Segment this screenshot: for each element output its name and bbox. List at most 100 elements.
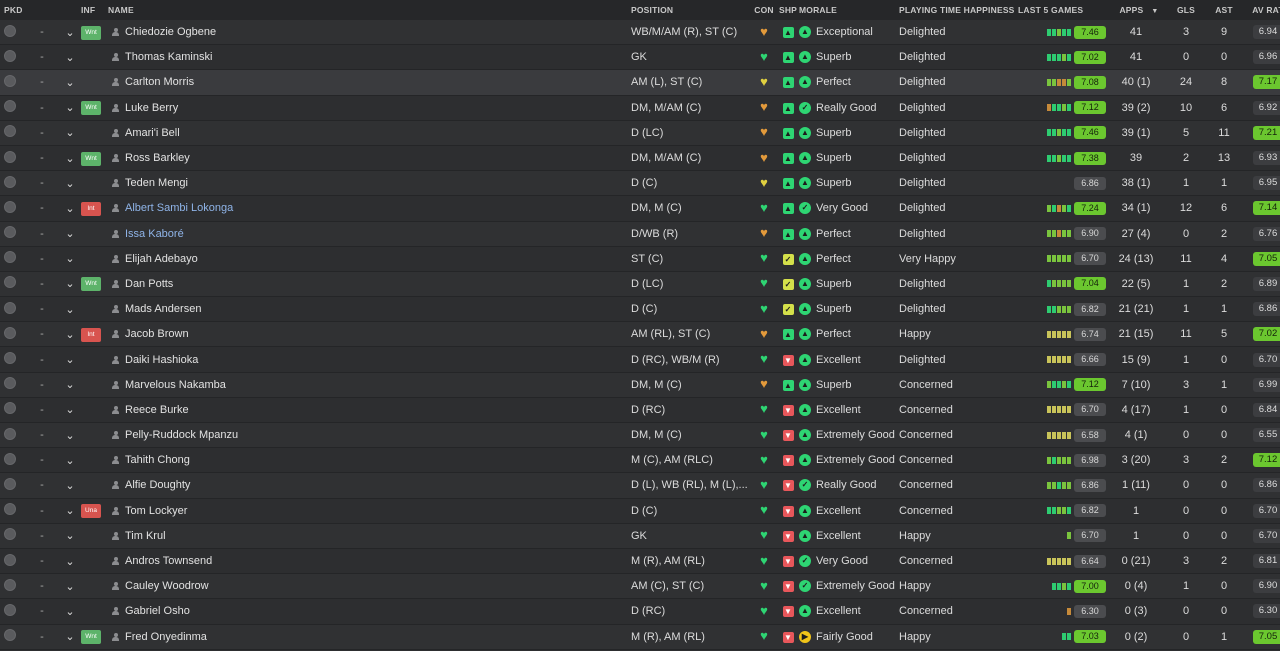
pkd-cell[interactable] — [0, 24, 24, 40]
pkd-cell[interactable] — [0, 150, 24, 166]
player-name[interactable]: Andros Townsend — [125, 555, 212, 567]
pick-toggle-icon[interactable] — [4, 452, 16, 465]
pick-toggle-icon[interactable] — [4, 276, 16, 289]
row-chevron-down-icon[interactable]: ⌄ — [60, 378, 80, 391]
pkd-cell[interactable] — [0, 377, 24, 392]
header-inf[interactable]: INF — [80, 5, 108, 15]
pick-toggle-icon[interactable] — [4, 100, 16, 113]
row-chevron-down-icon[interactable]: ⌄ — [60, 202, 80, 215]
header-name[interactable]: NAME — [108, 5, 631, 15]
selection-dash[interactable]: - — [24, 580, 60, 592]
selection-dash[interactable]: - — [24, 404, 60, 416]
row-chevron-down-icon[interactable]: ⌄ — [60, 479, 80, 492]
player-name[interactable]: Mads Andersen — [125, 303, 201, 315]
player-name[interactable]: Amari'i Bell — [125, 127, 180, 139]
pkd-cell[interactable] — [0, 528, 24, 543]
pick-toggle-icon[interactable] — [4, 377, 16, 390]
selection-dash[interactable]: - — [24, 631, 60, 643]
pkd-cell[interactable] — [0, 326, 24, 342]
pkd-cell[interactable] — [0, 49, 24, 65]
table-row[interactable]: - ⌄ Wnt Dan Potts D (LC) ♥ ✓ ▲ Superb Delighted 7.… — [0, 271, 1280, 298]
player-name[interactable]: Elijah Adebayo — [125, 253, 198, 265]
pick-toggle-icon[interactable] — [4, 503, 16, 516]
name-cell[interactable]: Gabriel Osho — [108, 605, 631, 617]
header-ast[interactable]: AST — [1206, 5, 1242, 15]
player-name[interactable]: Issa Kaboré — [125, 228, 184, 240]
selection-dash[interactable]: - — [24, 26, 60, 38]
selection-dash[interactable]: - — [24, 354, 60, 366]
selection-dash[interactable]: - — [24, 555, 60, 567]
player-name[interactable]: Ross Barkley — [125, 152, 190, 164]
name-cell[interactable]: Cauley Woodrow — [108, 580, 631, 592]
pkd-cell[interactable] — [0, 74, 24, 90]
selection-dash[interactable]: - — [24, 479, 60, 491]
pick-toggle-icon[interactable] — [4, 74, 16, 87]
table-row[interactable]: - ⌄ Int Jacob Brown AM (RL), ST (C) ♥ ▲ ▲ Perfec… — [0, 322, 1280, 348]
name-cell[interactable]: Daiki Hashioka — [108, 354, 631, 366]
header-position[interactable]: POSITION — [631, 5, 751, 15]
row-chevron-down-icon[interactable]: ⌄ — [60, 630, 80, 643]
pkd-cell[interactable] — [0, 578, 24, 594]
selection-dash[interactable]: - — [24, 127, 60, 139]
player-name[interactable]: Carlton Morris — [125, 76, 194, 88]
name-cell[interactable]: Mads Andersen — [108, 303, 631, 315]
pick-toggle-icon[interactable] — [4, 150, 16, 163]
row-chevron-down-icon[interactable]: ⌄ — [60, 353, 80, 366]
selection-dash[interactable]: - — [24, 202, 60, 214]
status-badge[interactable]: Wnt — [81, 25, 101, 40]
player-name[interactable]: Tom Lockyer — [125, 505, 187, 517]
pkd-cell[interactable] — [0, 226, 24, 241]
pick-toggle-icon[interactable] — [4, 251, 16, 264]
header-avrat[interactable]: AV RAT — [1242, 5, 1280, 15]
player-name[interactable]: Tahith Chong — [125, 454, 190, 466]
row-chevron-down-icon[interactable]: ⌄ — [60, 126, 80, 139]
row-chevron-down-icon[interactable]: ⌄ — [60, 277, 80, 290]
table-row[interactable]: - ⌄ Wnt Luke Berry DM, M/AM (C) ♥ ▲ ✓ Really Goo… — [0, 95, 1280, 121]
pkd-cell[interactable] — [0, 276, 24, 291]
pkd-cell[interactable] — [0, 352, 24, 367]
row-chevron-down-icon[interactable]: ⌄ — [60, 177, 80, 190]
table-row[interactable]: - ⌄ Daiki Hashioka D (RC), WB/M (R) ♥ ▼ ▲ Excel… — [0, 347, 1280, 373]
status-badge[interactable]: Wnt — [81, 151, 101, 166]
table-row[interactable]: - ⌄ Tim Krul GK ♥ ▼ ▲ Excellent Happy 6.70 1 0 0 6.70 — [0, 523, 1280, 549]
name-cell[interactable]: Thomas Kaminski — [108, 51, 631, 63]
pkd-cell[interactable] — [0, 125, 24, 140]
table-row[interactable]: - ⌄ Pelly-Ruddock Mpanzu DM, M (C) ♥ ▼ ▲ Extrem… — [0, 423, 1280, 449]
pick-toggle-icon[interactable] — [4, 477, 16, 490]
table-row[interactable]: - ⌄ Una Tom Lockyer D (C) ♥ ▼ ▲ Excellent Concern… — [0, 498, 1280, 524]
player-name[interactable]: Cauley Woodrow — [125, 580, 209, 592]
header-con[interactable]: CON — [751, 5, 777, 15]
name-cell[interactable]: Fred Onyedinma — [108, 631, 631, 643]
pick-toggle-icon[interactable] — [4, 402, 16, 415]
selection-dash[interactable]: - — [24, 454, 60, 466]
player-name[interactable]: Reece Burke — [125, 404, 189, 416]
name-cell[interactable]: Tim Krul — [108, 530, 631, 542]
selection-dash[interactable]: - — [24, 379, 60, 391]
name-cell[interactable]: Jacob Brown — [108, 328, 631, 340]
pkd-cell[interactable] — [0, 452, 24, 468]
table-row[interactable]: - ⌄ Cauley Woodrow AM (C), ST (C) ♥ ▼ ✓ Extreme… — [0, 574, 1280, 600]
name-cell[interactable]: Marvelous Nakamba — [108, 379, 631, 391]
row-chevron-down-icon[interactable]: ⌄ — [60, 605, 80, 618]
pkd-cell[interactable] — [0, 553, 24, 569]
pick-toggle-icon[interactable] — [4, 603, 16, 616]
row-chevron-down-icon[interactable]: ⌄ — [60, 152, 80, 165]
row-chevron-down-icon[interactable]: ⌄ — [60, 328, 80, 341]
name-cell[interactable]: Reece Burke — [108, 404, 631, 416]
pick-toggle-icon[interactable] — [4, 553, 16, 566]
name-cell[interactable]: Pelly-Ruddock Mpanzu — [108, 429, 631, 441]
header-apps[interactable]: APPS ▼ — [1106, 5, 1166, 15]
selection-dash[interactable]: - — [24, 505, 60, 517]
pick-toggle-icon[interactable] — [4, 301, 16, 314]
table-row[interactable]: - ⌄ Teden Mengi D (C) ♥ ▲ ▲ Superb Delighted 6.86… — [0, 171, 1280, 197]
header-shp[interactable]: SHP — [777, 5, 799, 15]
pick-toggle-icon[interactable] — [4, 175, 16, 188]
pick-toggle-icon[interactable] — [4, 226, 16, 239]
table-row[interactable]: - ⌄ Alfie Doughty D (L), WB (RL), M (L),...… — [0, 473, 1280, 499]
pkd-cell[interactable] — [0, 175, 24, 191]
row-chevron-down-icon[interactable]: ⌄ — [60, 580, 80, 593]
pick-toggle-icon[interactable] — [4, 352, 16, 365]
status-badge[interactable]: Wnt — [81, 277, 101, 292]
pick-toggle-icon[interactable] — [4, 49, 16, 62]
name-cell[interactable]: Ross Barkley — [108, 152, 631, 164]
